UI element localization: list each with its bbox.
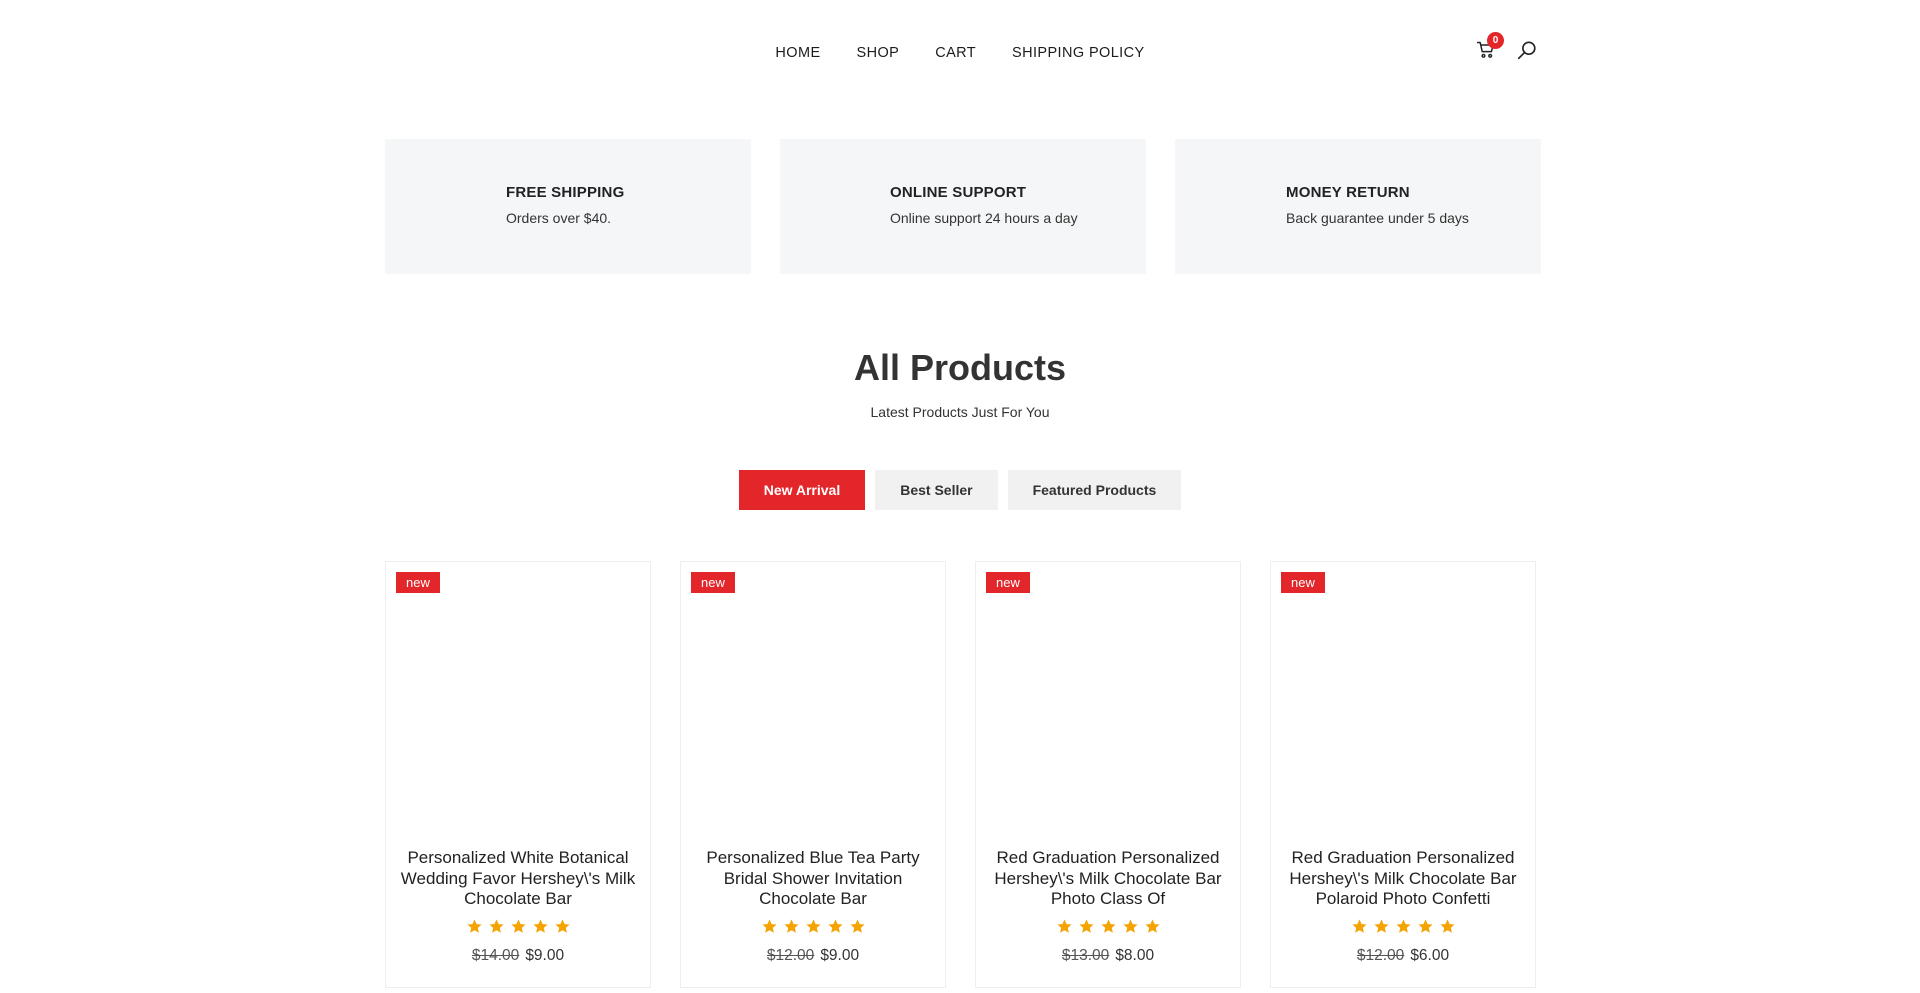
feature-title: MONEY RETURN [1286, 184, 1410, 201]
product-title[interactable]: Red Graduation Personalized Hershey\'s M… [986, 848, 1230, 910]
new-badge: new [1281, 572, 1325, 593]
star-icon [1439, 919, 1455, 933]
feature-free-shipping: FREE SHIPPING Orders over $40. [385, 139, 751, 274]
tab-best-seller[interactable]: Best Seller [875, 470, 998, 510]
product-price: $14.00 $9.00 [386, 947, 650, 965]
star-icon [488, 919, 504, 933]
feature-online-support: ONLINE SUPPORT Online support 24 hours a… [780, 139, 1146, 274]
feature-money-return: MONEY RETURN Back guarantee under 5 days [1175, 139, 1541, 274]
product-grid: new Personalized White Botanical Wedding… [385, 561, 1536, 988]
section-subtitle: Latest Products Just For You [870, 404, 1050, 420]
tab-featured-products[interactable]: Featured Products [1007, 470, 1182, 510]
product-price: $13.00 $8.00 [976, 947, 1240, 965]
star-icon [466, 919, 482, 933]
nav-shop[interactable]: SHOP [857, 45, 900, 61]
nav-home[interactable]: HOME [775, 45, 820, 61]
nav-shipping-policy[interactable]: SHIPPING POLICY [1012, 45, 1145, 61]
star-icon [805, 919, 821, 933]
search-button[interactable] [1516, 40, 1538, 62]
old-price: $14.00 [471, 947, 520, 964]
search-icon [1517, 41, 1536, 60]
product-rating [976, 918, 1240, 935]
new-badge: new [986, 572, 1030, 593]
star-icon [1144, 919, 1160, 933]
star-icon [1417, 919, 1433, 933]
star-icon [1078, 919, 1094, 933]
old-price: $13.00 [1061, 947, 1110, 964]
product-image[interactable] [693, 602, 933, 802]
sale-price: $9.00 [820, 947, 860, 964]
cart-count-badge: 0 [1487, 32, 1504, 49]
product-rating [681, 918, 945, 935]
star-icon [554, 919, 570, 933]
feature-subtitle: Online support 24 hours a day [890, 210, 1078, 226]
cart-button[interactable]: 0 [1476, 32, 1504, 62]
product-title[interactable]: Personalized Blue Tea Party Bridal Showe… [691, 848, 935, 910]
product-title[interactable]: Red Graduation Personalized Hershey\'s M… [1281, 848, 1525, 910]
product-title[interactable]: Personalized White Botanical Wedding Fav… [396, 848, 640, 910]
old-price: $12.00 [766, 947, 815, 964]
star-icon [849, 919, 865, 933]
sale-price: $6.00 [1410, 947, 1450, 964]
star-icon [783, 919, 799, 933]
old-price: $12.00 [1356, 947, 1405, 964]
features-row: FREE SHIPPING Orders over $40. ONLINE SU… [385, 139, 1541, 274]
tab-new-arrival[interactable]: New Arrival [738, 470, 866, 510]
product-tabs: New Arrival Best Seller Featured Product… [0, 470, 1920, 510]
new-badge: new [396, 572, 440, 593]
product-rating [1271, 918, 1535, 935]
sale-price: $9.00 [525, 947, 565, 964]
star-icon [1373, 919, 1389, 933]
feature-subtitle: Back guarantee under 5 days [1286, 210, 1469, 226]
sale-price: $8.00 [1115, 947, 1155, 964]
star-icon [532, 919, 548, 933]
product-image[interactable] [988, 602, 1228, 802]
product-price: $12.00 $6.00 [1271, 947, 1535, 965]
nav-cart[interactable]: CART [935, 45, 976, 61]
product-image[interactable] [1283, 602, 1523, 802]
product-card[interactable]: new Red Graduation Personalized Hershey\… [975, 561, 1241, 988]
new-badge: new [691, 572, 735, 593]
site-header: HOME SHOP CART SHIPPING POLICY 0 [0, 0, 1920, 108]
star-icon [1395, 919, 1411, 933]
feature-subtitle: Orders over $40. [506, 210, 612, 226]
main-nav: HOME SHOP CART SHIPPING POLICY [0, 45, 1920, 61]
star-icon [1056, 919, 1072, 933]
product-price: $12.00 $9.00 [681, 947, 945, 965]
star-icon [1100, 919, 1116, 933]
product-image[interactable] [398, 602, 638, 802]
product-rating [386, 918, 650, 935]
star-icon [827, 919, 843, 933]
product-card[interactable]: new Personalized White Botanical Wedding… [385, 561, 651, 988]
section-title: All Products [853, 347, 1067, 388]
star-icon [1122, 919, 1138, 933]
star-icon [1351, 919, 1367, 933]
product-card[interactable]: new Red Graduation Personalized Hershey\… [1270, 561, 1536, 988]
feature-title: FREE SHIPPING [506, 184, 625, 201]
header-icons: 0 [1476, 32, 1538, 62]
star-icon [761, 919, 777, 933]
feature-title: ONLINE SUPPORT [890, 184, 1027, 201]
star-icon [510, 919, 526, 933]
product-card[interactable]: new Personalized Blue Tea Party Bridal S… [680, 561, 946, 988]
